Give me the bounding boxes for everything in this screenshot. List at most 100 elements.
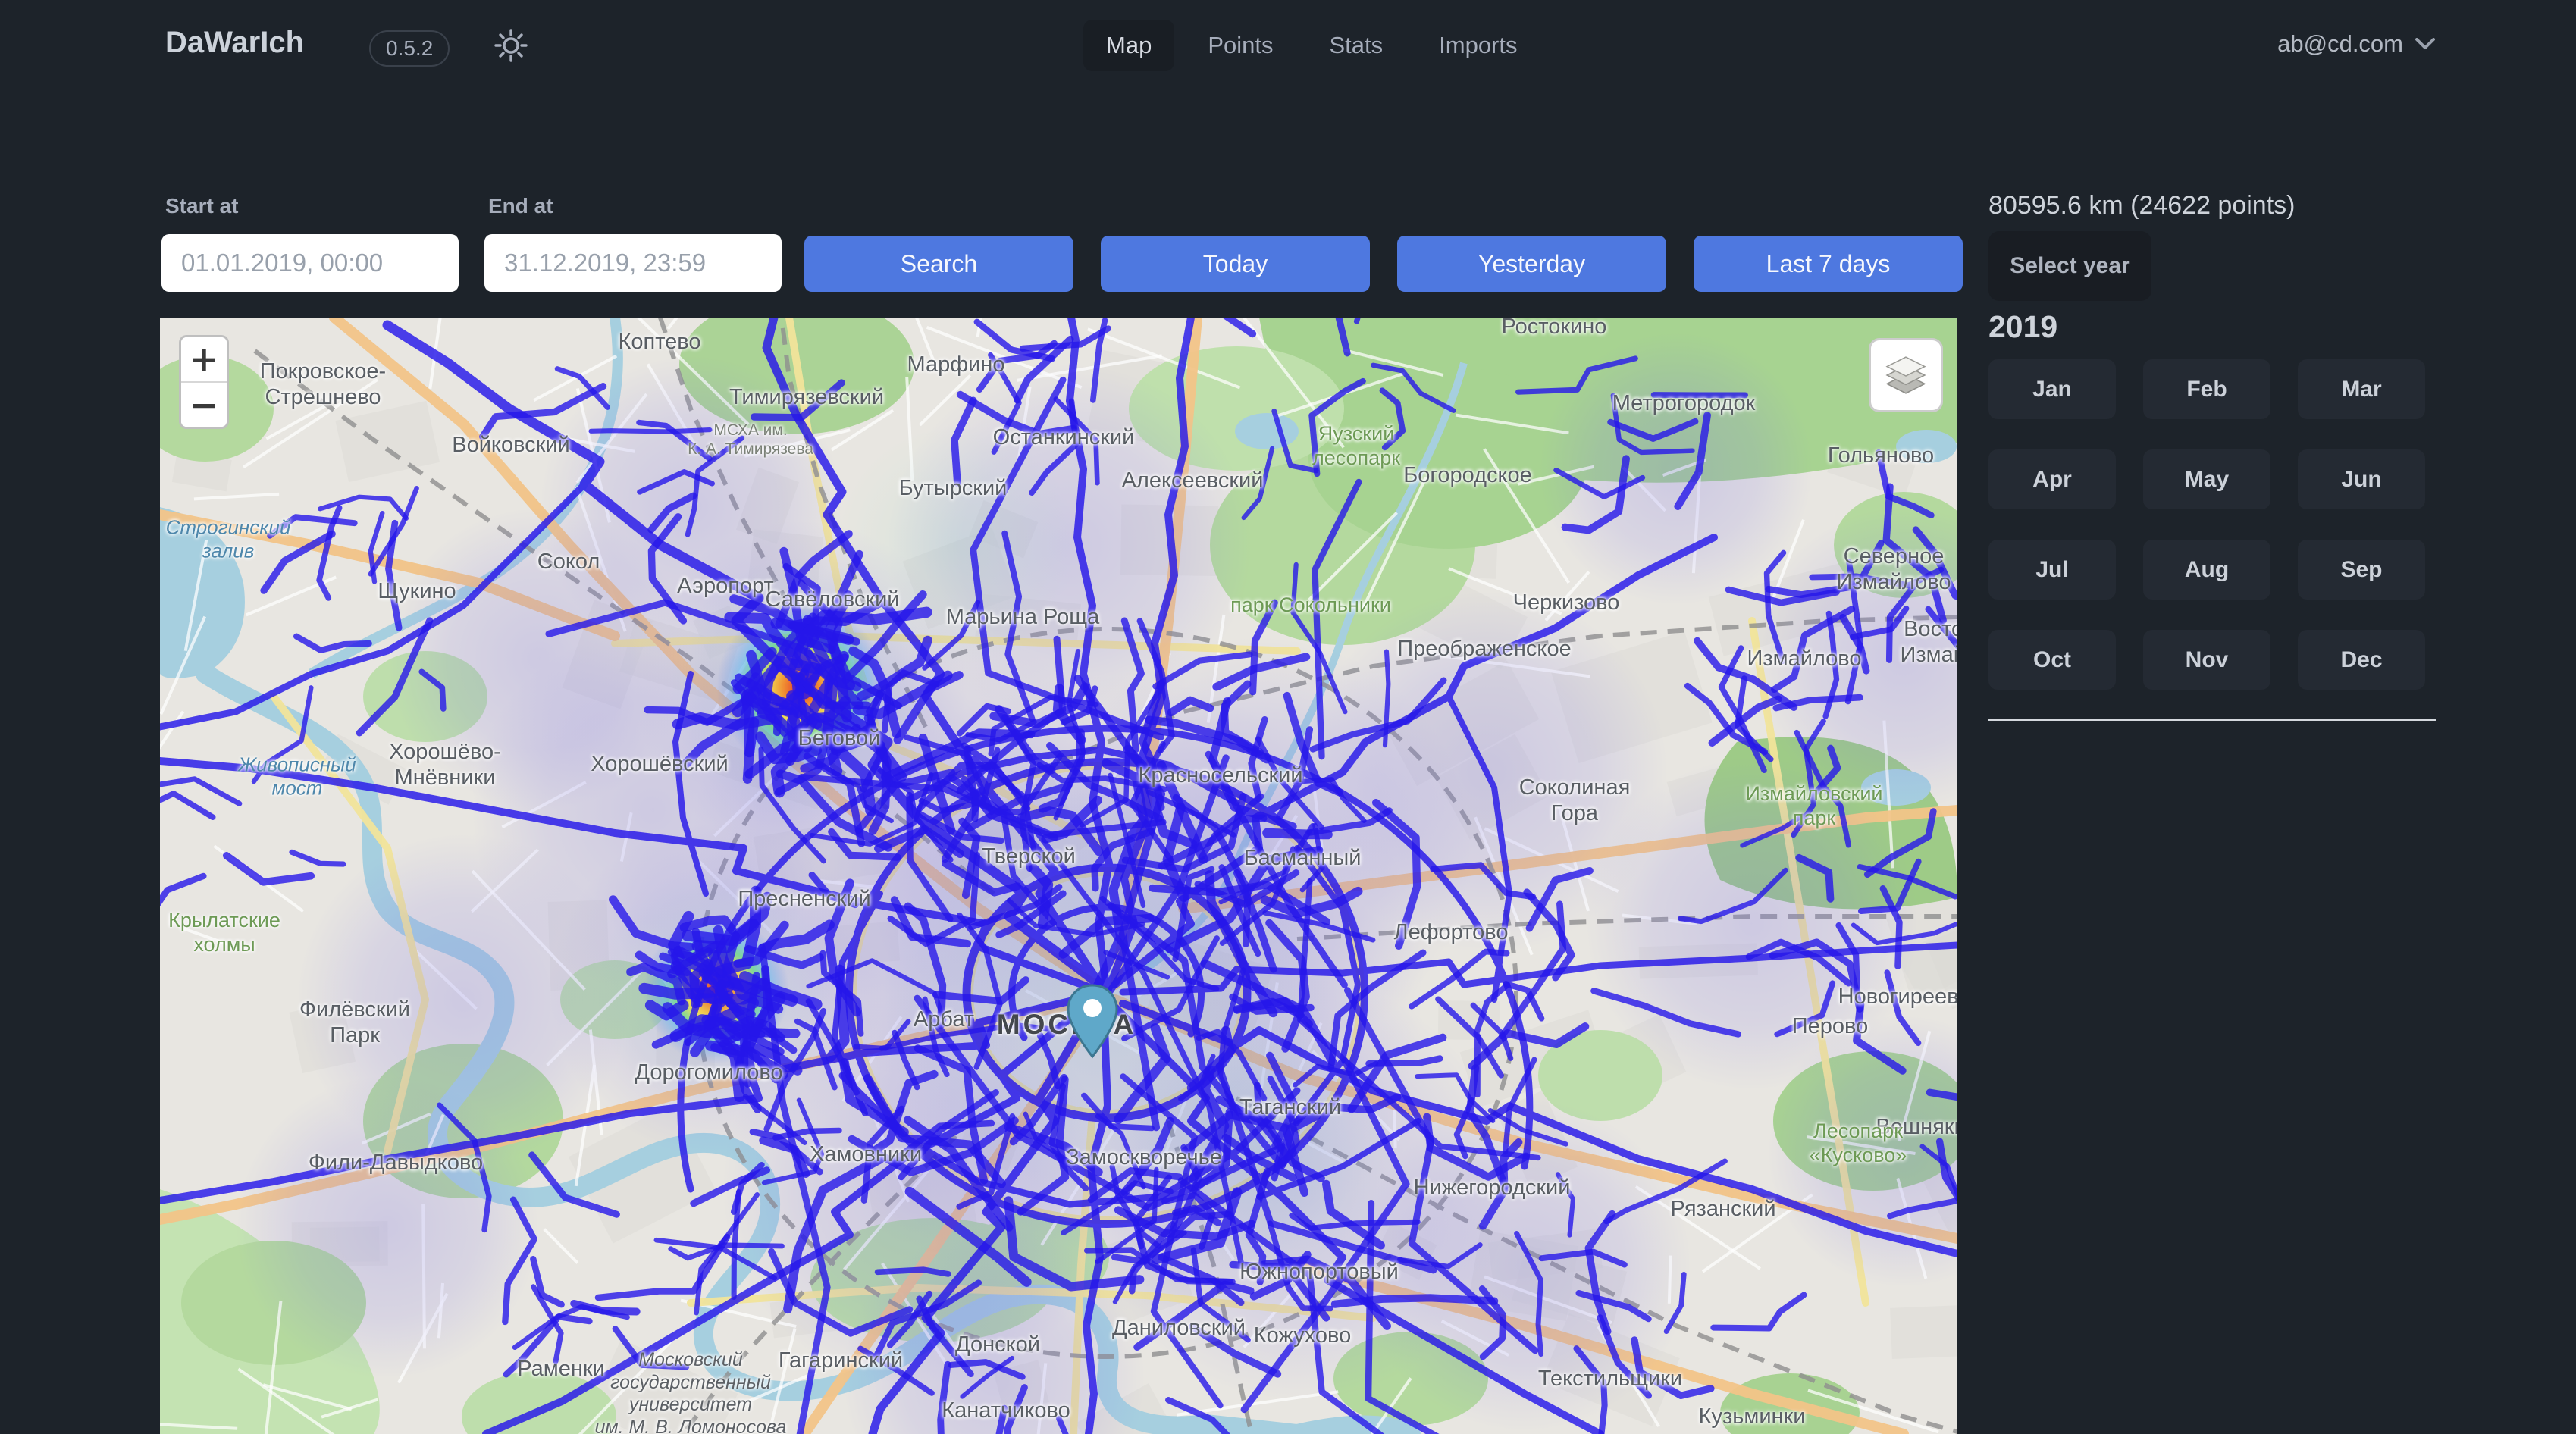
month-button-oct[interactable]: Oct	[1988, 630, 2116, 690]
map-label: Хамовники	[810, 1141, 922, 1167]
map-label: МСХА им. К. А. Тимирязева	[688, 421, 813, 459]
map-label: Останкинский	[993, 424, 1135, 450]
month-button-jul[interactable]: Jul	[1988, 540, 2116, 600]
month-button-dec[interactable]: Dec	[2298, 630, 2425, 690]
map-label: Яузский лесопарк	[1312, 422, 1400, 471]
map-label: Крылатские холмы	[168, 909, 280, 957]
map-label: Черкизово	[1513, 590, 1620, 615]
map-label: Строгинский залив	[166, 515, 291, 562]
month-button-apr[interactable]: Apr	[1988, 449, 2116, 509]
map-marker-pin[interactable]	[1064, 983, 1120, 1059]
map-label: Бутырский	[899, 475, 1008, 501]
map-label: Дорогомилово	[635, 1060, 782, 1085]
map-zoom-control: + −	[179, 335, 229, 429]
map-label: Беговой	[798, 725, 881, 751]
tab-map[interactable]: Map	[1083, 20, 1174, 71]
user-menu[interactable]: ab@cd.com	[2277, 30, 2435, 58]
map-label: Перово	[1792, 1013, 1868, 1039]
month-button-jun[interactable]: Jun	[2298, 449, 2425, 509]
map-label: Измайловский парк	[1745, 782, 1882, 831]
version-badge: 0.5.2	[369, 30, 450, 67]
end-at-input[interactable]	[484, 234, 782, 292]
theme-toggle-button[interactable]	[491, 26, 531, 65]
last-7-days-button[interactable]: Last 7 days	[1694, 236, 1963, 292]
map-label: Покровское- Стрешнево	[260, 358, 386, 410]
map-label: Московский государственный университет и…	[595, 1349, 787, 1434]
map-label: Аэропорт	[677, 573, 774, 599]
month-button-aug[interactable]: Aug	[2143, 540, 2270, 600]
map-label: Текстильщики	[1538, 1366, 1682, 1392]
map-label: Хорошёво- Мнёвники	[389, 739, 501, 791]
end-at-label: End at	[488, 194, 553, 218]
map-label: Марфино	[907, 352, 1005, 377]
map-label: Коптево	[618, 329, 700, 355]
distance-summary: 80595.6 km (24622 points)	[1988, 191, 2295, 221]
app-logo[interactable]: DaWarIch	[165, 26, 304, 60]
map-label: Марьина Роща	[946, 604, 1099, 630]
map-label: Щукино	[378, 578, 456, 604]
month-button-feb[interactable]: Feb	[2143, 359, 2270, 419]
year-heading: 2019	[1988, 309, 2057, 345]
map-label: Новогиреево	[1838, 984, 1957, 1010]
map-label: Гагаринский	[779, 1348, 903, 1373]
layers-icon	[1884, 354, 1928, 396]
map-label: Басманный	[1244, 845, 1362, 871]
map-label: Гольяново	[1828, 443, 1934, 468]
map-label: Алексеевский	[1122, 468, 1264, 493]
yesterday-button[interactable]: Yesterday	[1397, 236, 1666, 292]
map-label: Нижегородский	[1414, 1175, 1571, 1201]
layers-control[interactable]	[1869, 338, 1943, 412]
start-at-input[interactable]	[161, 234, 459, 292]
map-label: Лефортово	[1394, 919, 1509, 945]
tab-points[interactable]: Points	[1185, 20, 1296, 71]
map-label: Пресненский	[738, 886, 870, 912]
select-year-button[interactable]: Select year	[1988, 231, 2151, 301]
map-label: Замоскворечье	[1066, 1144, 1222, 1170]
map-label: Донской	[955, 1332, 1040, 1357]
map-label: Ростокино	[1502, 318, 1607, 340]
month-button-may[interactable]: May	[2143, 449, 2270, 509]
map-label: Тимирязевский	[729, 384, 884, 410]
map-label: Войковский	[452, 432, 569, 458]
map-label: Хорошёвский	[591, 751, 728, 777]
map-label: Филёвский Парк	[299, 997, 410, 1048]
map-label: Кожухово	[1254, 1323, 1351, 1348]
map-label: Красносельский	[1138, 762, 1302, 788]
map-label: Савёловский	[766, 587, 900, 612]
map-label: Арбат	[914, 1007, 974, 1032]
month-button-jan[interactable]: Jan	[1988, 359, 2116, 419]
month-button-mar[interactable]: Mar	[2298, 359, 2425, 419]
month-grid: Jan Feb Mar Apr May Jun Jul Aug Sep Oct …	[1988, 359, 2425, 690]
map-label: Даниловский	[1112, 1315, 1246, 1341]
map-label: Южнопортовый	[1239, 1259, 1399, 1285]
map-labels-layer: Коптево Покровское- Стрешнево Марфино Тимир…	[160, 318, 1957, 1434]
zoom-out-button[interactable]: −	[181, 383, 227, 427]
quick-filter-buttons: Search Today Yesterday Last 7 days	[804, 236, 1963, 292]
map-label: Метрогородок	[1612, 390, 1756, 416]
map-label: парк Сокольники	[1230, 593, 1391, 618]
sidebar-divider	[1988, 719, 2436, 721]
map-label: Кузьминки	[1699, 1404, 1806, 1429]
map-label: Фили-Давыдково	[309, 1150, 483, 1176]
tab-imports[interactable]: Imports	[1416, 20, 1540, 71]
search-button[interactable]: Search	[804, 236, 1073, 292]
start-at-label: Start at	[165, 194, 238, 218]
map-label: Тверской	[982, 844, 1076, 869]
zoom-in-button[interactable]: +	[181, 337, 227, 381]
map-label: Рязанский	[1670, 1196, 1775, 1222]
main-nav: Map Points Stats Imports	[1083, 20, 1540, 71]
map-label: Лесопарк «Кусково»	[1810, 1119, 1907, 1168]
map-label: Канатчиково	[942, 1398, 1070, 1423]
map[interactable]: Коптево Покровское- Стрешнево Марфино Тимир…	[160, 318, 1957, 1434]
month-button-sep[interactable]: Sep	[2298, 540, 2425, 600]
map-label: Сокол	[537, 549, 600, 575]
tab-stats[interactable]: Stats	[1306, 20, 1406, 71]
map-label: Таганский	[1239, 1094, 1341, 1120]
today-button[interactable]: Today	[1101, 236, 1370, 292]
map-label: Преображенское	[1397, 636, 1571, 662]
user-email: ab@cd.com	[2277, 30, 2403, 58]
map-label: Раменки	[517, 1356, 604, 1382]
map-label: Северное Измайлово	[1837, 543, 1951, 595]
month-button-nov[interactable]: Nov	[2143, 630, 2270, 690]
map-label: Живописный мост	[238, 753, 356, 799]
